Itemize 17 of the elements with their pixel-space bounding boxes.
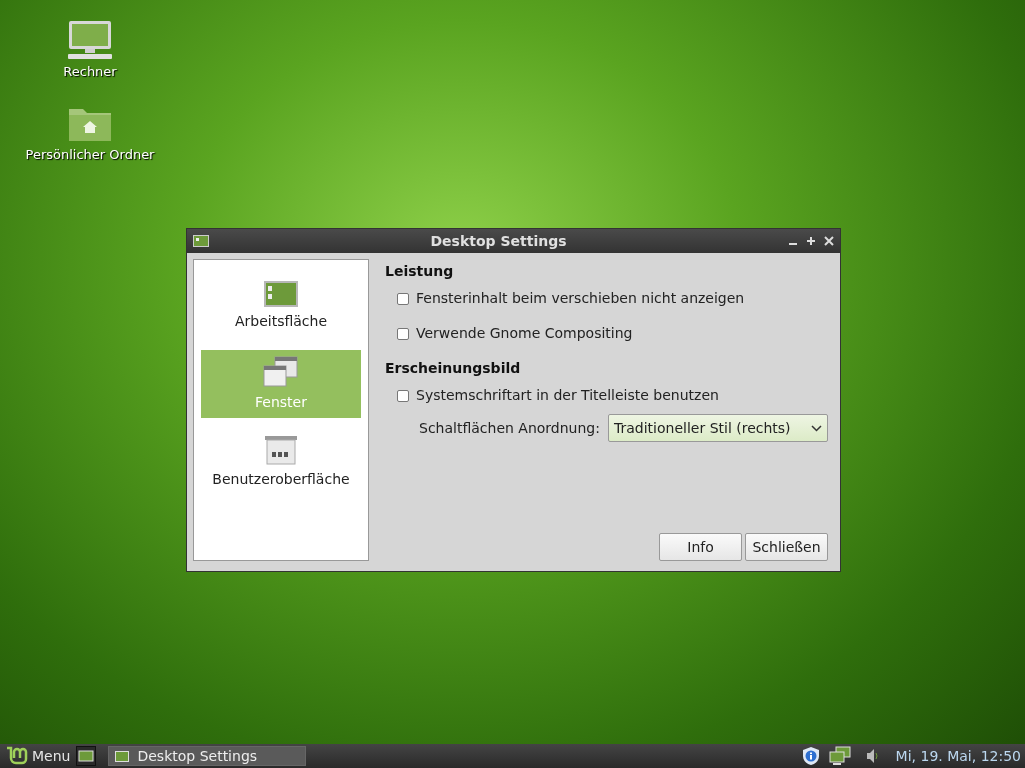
desktop-icon-label[interactable]: Rechner: [63, 62, 117, 82]
dropdown-label: Schaltflächen Anordnung:: [419, 418, 600, 438]
dropdown[interactable]: Traditioneller Stil (rechts): [608, 414, 828, 442]
window-title: Desktop Settings: [429, 231, 568, 251]
sidebar-item[interactable]: Benutzeroberfläche: [201, 428, 361, 496]
clock[interactable]: Mi, 19. Mai, 12:50: [895, 745, 1021, 767]
menu-button[interactable]: Menu: [32, 745, 71, 767]
section-heading: Leistung: [385, 262, 455, 281]
sidebar-item[interactable]: Arbeitsfläche: [201, 272, 361, 340]
checkbox-label: Verwende Gnome Compositing: [416, 324, 633, 343]
checkbox-label: Systemschriftart in der Titelleiste benutzen: [416, 386, 719, 405]
dialog-button[interactable]: Info: [659, 533, 742, 561]
section-heading: Erscheinungsbild: [385, 359, 522, 378]
dialog-button[interactable]: Schließen: [745, 533, 828, 561]
taskbar-window-button[interactable]: Desktop Settings: [108, 746, 307, 766]
desktop-icon-label[interactable]: Persönlicher Ordner: [25, 145, 155, 165]
checkbox-label: Fensterinhalt beim verschieben nicht anzeigen: [416, 289, 745, 308]
